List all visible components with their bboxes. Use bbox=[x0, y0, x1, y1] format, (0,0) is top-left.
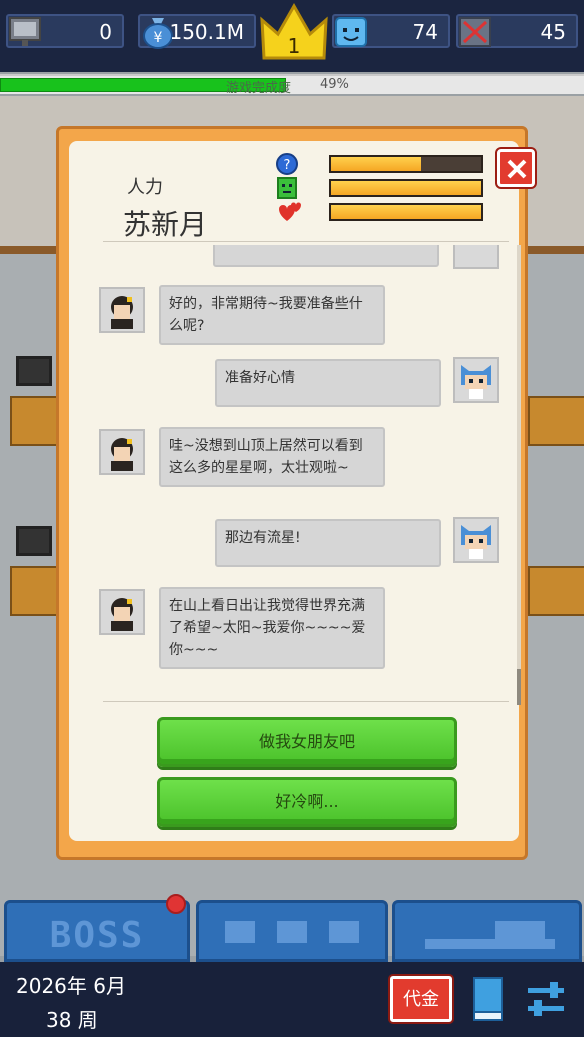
affection-meter bbox=[329, 203, 483, 221]
close-icon bbox=[507, 159, 527, 179]
chat-scrollbar[interactable] bbox=[517, 245, 521, 705]
chat-bubble-previous bbox=[213, 245, 439, 267]
girl-avatar-icon bbox=[111, 296, 133, 329]
header-divider bbox=[103, 241, 509, 242]
box-count: 45 bbox=[540, 20, 566, 44]
svg-text:¥: ¥ bbox=[154, 30, 163, 46]
office-desk bbox=[528, 396, 584, 446]
npc-avatar bbox=[99, 287, 145, 333]
girl-avatar-icon bbox=[111, 438, 133, 471]
close-button[interactable] bbox=[497, 149, 535, 187]
tab-employees[interactable] bbox=[196, 900, 388, 962]
voucher-button[interactable]: 代金 bbox=[390, 976, 452, 1022]
player-avatar bbox=[453, 357, 499, 403]
book-icon bbox=[473, 977, 503, 1021]
box-stat: 45 bbox=[456, 14, 578, 48]
dialog-paper: 人力 苏新月 ? 好的，非常期待~我要准备些什么呢? 准备好心情 哇~没想到山顶… bbox=[69, 141, 535, 841]
character-role: 人力 bbox=[127, 177, 163, 198]
blue-cat-avatar-icon bbox=[461, 525, 491, 559]
chat-divider bbox=[103, 701, 509, 702]
top-stats-bar: 0 ¥ 150.1M 1 74 45 bbox=[0, 0, 584, 72]
girl-avatar-icon bbox=[111, 598, 133, 631]
chat-bubble: 好的，非常期待~我要准备些什么呢? bbox=[159, 285, 385, 345]
tv-icon bbox=[9, 17, 41, 46]
current-date: 2026年 6月 bbox=[16, 974, 126, 998]
settings-button[interactable] bbox=[526, 976, 566, 1022]
face-count: 74 bbox=[412, 20, 438, 44]
mood-meter bbox=[329, 155, 483, 173]
progress-percent: 49% bbox=[320, 77, 349, 92]
machine-icon bbox=[425, 921, 555, 949]
svg-text:?: ? bbox=[284, 158, 291, 173]
employees-icon bbox=[225, 921, 359, 943]
sliders-icon bbox=[528, 982, 564, 1016]
blue-cat-avatar-icon bbox=[461, 365, 491, 399]
chat-log[interactable]: 好的，非常期待~我要准备些什么呢? 准备好心情 哇~没想到山顶上居然可以看到这么… bbox=[99, 245, 523, 701]
voucher-label: 代金 bbox=[403, 989, 439, 1010]
npc-avatar bbox=[99, 589, 145, 635]
computer-monitor-icon bbox=[16, 356, 52, 386]
money-stat: ¥ 150.1M bbox=[138, 14, 256, 49]
player-avatar bbox=[453, 517, 499, 563]
question-heart-icon: ? bbox=[276, 153, 298, 175]
chat-bubble: 准备好心情 bbox=[215, 359, 441, 407]
bottom-tabs: BOSS bbox=[0, 884, 584, 962]
choice-button-cold[interactable]: 好冷啊... bbox=[157, 777, 457, 827]
computer-monitor-icon bbox=[16, 526, 52, 556]
npc-avatar bbox=[99, 429, 145, 475]
tab-machines[interactable] bbox=[392, 900, 582, 962]
book-button[interactable] bbox=[472, 976, 506, 1022]
chat-bubble: 在山上看日出让我觉得世界充满了希望~太阳~我爱你~~~~爱你~~~ bbox=[159, 587, 385, 669]
money-amount: 150.1M bbox=[169, 20, 244, 44]
tab-boss[interactable]: BOSS bbox=[4, 900, 190, 962]
blue-face-icon bbox=[335, 17, 367, 47]
green-smile-icon bbox=[277, 177, 297, 199]
chat-bubble: 那边有流星! bbox=[215, 519, 441, 567]
red-hearts-icon bbox=[279, 202, 301, 221]
level-value: 1 bbox=[287, 34, 301, 58]
happiness-meter bbox=[329, 179, 483, 197]
tab-boss-label: BOSS bbox=[49, 915, 145, 956]
progress-label: 游戏完成度 bbox=[226, 81, 292, 96]
bottom-bar: 2026年 6月 38 周 代金 bbox=[0, 962, 584, 1037]
tv-stat: 0 bbox=[6, 14, 124, 48]
office-desk bbox=[528, 566, 584, 616]
conversation-dialog: 人力 苏新月 ? 好的，非常期待~我要准备些什么呢? 准备好心情 哇~没想到山顶… bbox=[56, 126, 535, 860]
character-name: 苏新月 bbox=[123, 208, 208, 241]
chat-bubble: 哇~没想到山顶上居然可以看到这么多的星星啊，太壮观啦~ bbox=[159, 427, 385, 487]
choice-button-girlfriend[interactable]: 做我女朋友吧 bbox=[157, 717, 457, 767]
current-week: 38 周 bbox=[46, 1008, 98, 1032]
game-progress-bar: 游戏完成度 49% bbox=[0, 74, 584, 96]
tv-count: 0 bbox=[99, 20, 112, 44]
face-stat: 74 bbox=[332, 14, 450, 48]
player-avatar bbox=[453, 245, 499, 269]
crossed-box-icon bbox=[459, 17, 491, 47]
level-crown: 1 bbox=[258, 2, 330, 62]
notification-dot bbox=[166, 894, 186, 914]
scrollbar-thumb[interactable] bbox=[517, 669, 521, 705]
